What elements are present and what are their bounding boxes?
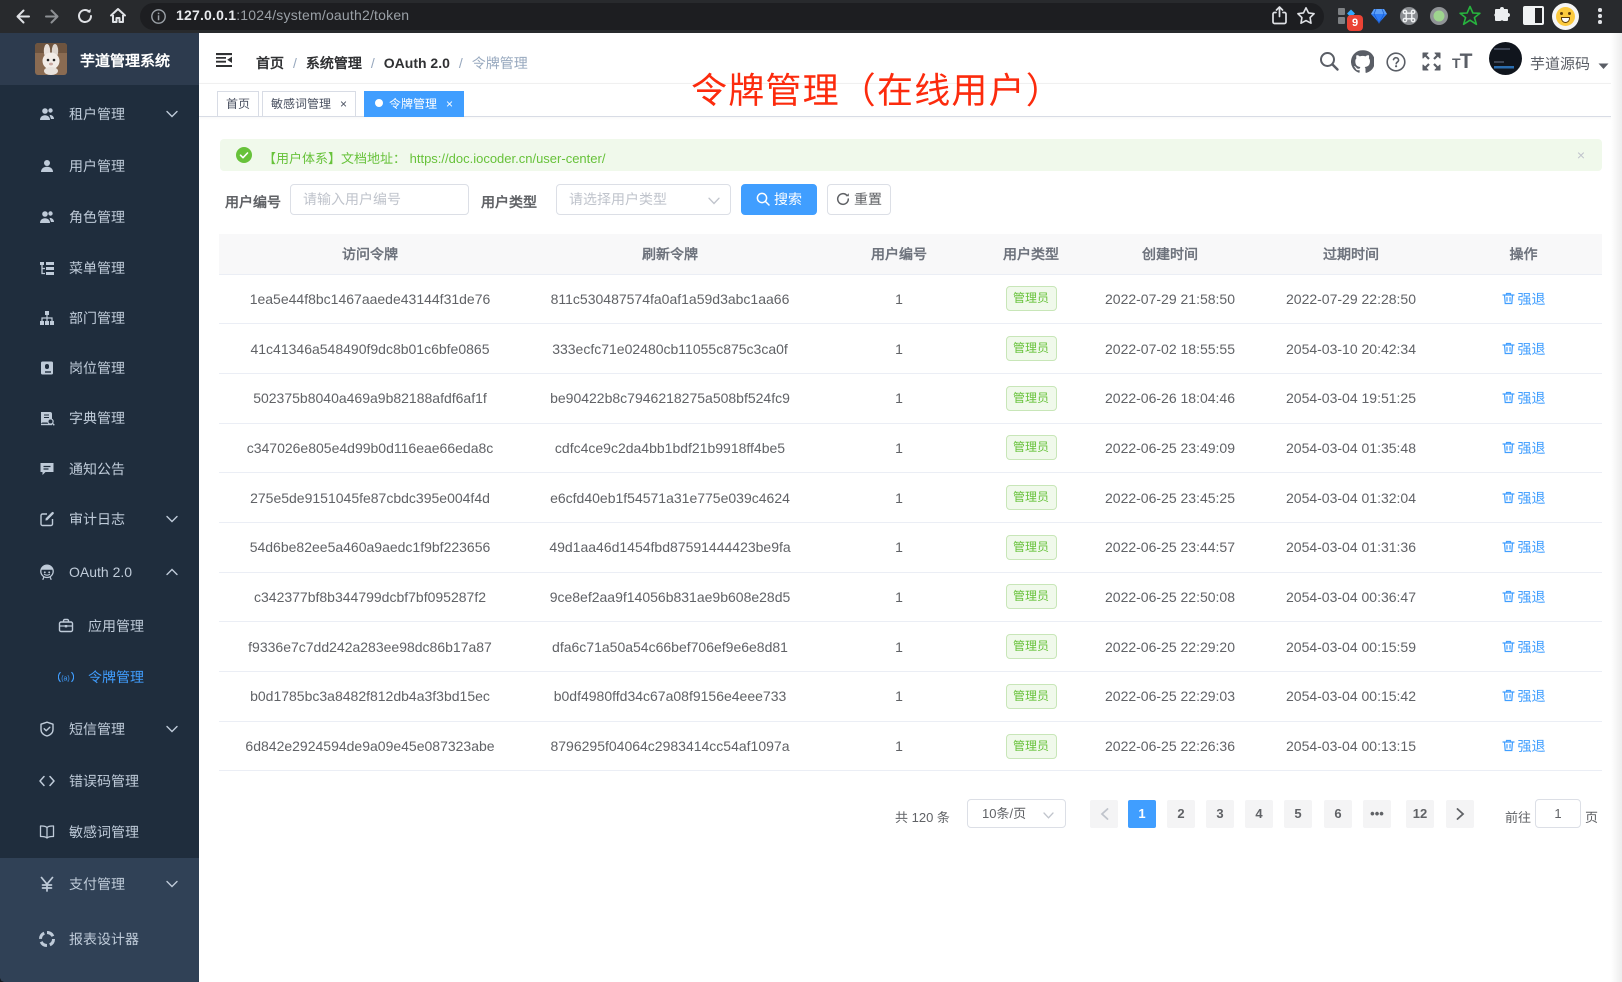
svg-text:(a): (a) [61,676,70,683]
